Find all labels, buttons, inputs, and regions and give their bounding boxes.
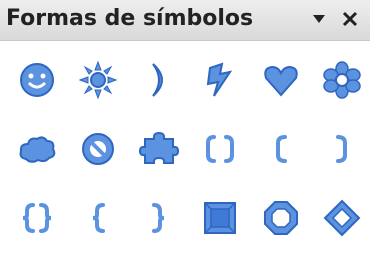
symbol-diamond-bevel-button[interactable]	[315, 186, 368, 250]
symbol-grid	[10, 48, 368, 250]
left-brace-icon	[92, 203, 105, 233]
right-bracket-icon	[335, 135, 347, 163]
heart-icon	[263, 65, 298, 97]
symbol-puzzle-button[interactable]	[132, 117, 185, 181]
double-brace-icon	[22, 203, 51, 233]
square-bevel-icon	[203, 202, 236, 234]
left-bracket-icon	[275, 135, 287, 163]
symbol-right-bracket-button[interactable]	[315, 117, 368, 181]
cloud-icon	[19, 136, 55, 163]
symbol-square-bevel-button[interactable]	[193, 186, 246, 250]
dropdown-triangle-icon	[313, 15, 325, 23]
symbol-flower-button[interactable]	[315, 48, 368, 112]
double-bracket-icon	[205, 135, 234, 163]
close-button[interactable]	[336, 4, 364, 34]
panel-title: Formas de símbolos	[6, 6, 254, 31]
symbol-left-brace-button[interactable]	[71, 186, 124, 250]
symbol-left-bracket-button[interactable]	[254, 117, 307, 181]
symbol-octagon-bevel-button[interactable]	[254, 186, 307, 250]
symbol-shapes-panel: Formas de símbolos	[0, 0, 370, 257]
symbol-double-bracket-button[interactable]	[193, 117, 246, 181]
flower-icon	[322, 61, 361, 99]
symbol-cloud-button[interactable]	[10, 117, 63, 181]
symbol-prohibited-button[interactable]	[71, 117, 124, 181]
diamond-bevel-icon	[323, 199, 360, 237]
lightning-bolt-icon	[206, 62, 232, 97]
puzzle-icon	[138, 131, 179, 164]
prohibited-symbol-icon	[81, 133, 114, 165]
symbol-sun-button[interactable]	[71, 48, 124, 112]
symbol-lightning-button[interactable]	[193, 48, 246, 112]
symbol-double-brace-button[interactable]	[10, 186, 63, 250]
symbol-right-brace-button[interactable]	[132, 186, 185, 250]
octagon-bevel-icon	[263, 201, 298, 235]
close-icon	[342, 11, 358, 27]
symbol-heart-button[interactable]	[254, 48, 307, 112]
symbol-smiley-button[interactable]	[10, 48, 63, 112]
panel-titlebar[interactable]: Formas de símbolos	[0, 0, 370, 41]
dropdown-menu-button[interactable]	[305, 4, 333, 34]
moon-icon	[151, 63, 163, 97]
smiley-face-icon	[19, 63, 54, 97]
right-brace-icon	[151, 203, 164, 233]
symbol-moon-button[interactable]	[132, 48, 185, 112]
sun-icon	[78, 60, 117, 100]
